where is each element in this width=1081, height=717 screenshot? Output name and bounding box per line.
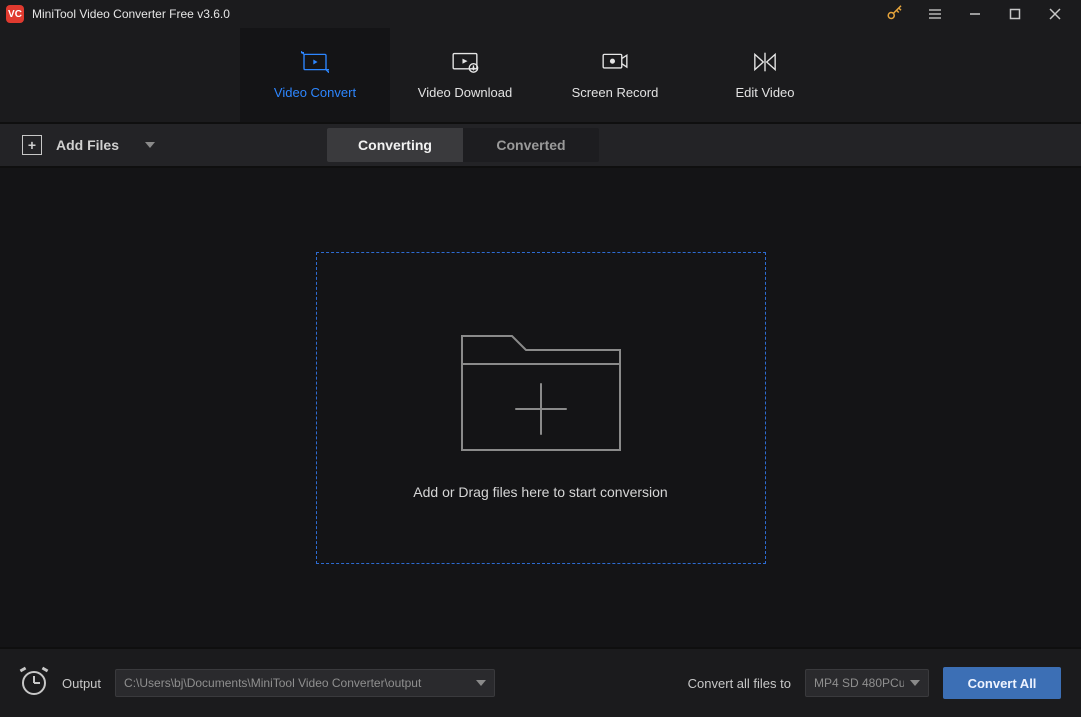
toolbar: + Add Files Converting Converted bbox=[0, 124, 1081, 168]
add-icon: + bbox=[22, 135, 42, 155]
tab-screen-record[interactable]: Screen Record bbox=[540, 28, 690, 122]
tab-video-download[interactable]: Video Download bbox=[390, 28, 540, 122]
convert-icon bbox=[301, 51, 329, 73]
tab-label: Video Download bbox=[418, 85, 512, 100]
tab-video-convert[interactable]: Video Convert bbox=[240, 28, 390, 122]
content-area: Add or Drag files here to start conversi… bbox=[0, 168, 1081, 647]
record-icon bbox=[601, 51, 629, 73]
download-icon bbox=[451, 51, 479, 73]
schedule-icon[interactable] bbox=[20, 669, 48, 697]
app-logo: VC bbox=[6, 5, 24, 23]
seg-converted[interactable]: Converted bbox=[463, 128, 599, 162]
tab-label: Edit Video bbox=[735, 85, 794, 100]
convert-all-button[interactable]: Convert All bbox=[943, 667, 1061, 699]
seg-converting[interactable]: Converting bbox=[327, 128, 463, 162]
add-files-button[interactable]: + Add Files bbox=[16, 131, 161, 159]
chevron-down-icon bbox=[910, 680, 920, 686]
output-path-value: C:\Users\bj\Documents\MiniTool Video Con… bbox=[124, 676, 468, 690]
key-icon[interactable] bbox=[875, 0, 915, 28]
main-nav: Video Convert Video Download Screen Reco… bbox=[0, 28, 1081, 124]
format-value: MP4 SD 480PCu bbox=[814, 676, 904, 690]
tab-label: Screen Record bbox=[572, 85, 659, 100]
output-label: Output bbox=[62, 676, 101, 691]
folder-add-icon bbox=[456, 316, 626, 456]
add-files-label: Add Files bbox=[56, 137, 119, 153]
output-path-field[interactable]: C:\Users\bj\Documents\MiniTool Video Con… bbox=[115, 669, 495, 697]
chevron-down-icon bbox=[476, 680, 486, 686]
dropzone-hint: Add or Drag files here to start conversi… bbox=[413, 484, 667, 500]
minimize-button[interactable] bbox=[955, 0, 995, 28]
footer: Output C:\Users\bj\Documents\MiniTool Vi… bbox=[0, 647, 1081, 717]
edit-icon bbox=[751, 51, 779, 73]
menu-icon[interactable] bbox=[915, 0, 955, 28]
app-title: MiniTool Video Converter Free v3.6.0 bbox=[32, 7, 230, 21]
convert-all-to-label: Convert all files to bbox=[688, 676, 791, 691]
tab-edit-video[interactable]: Edit Video bbox=[690, 28, 840, 122]
titlebar: VC MiniTool Video Converter Free v3.6.0 bbox=[0, 0, 1081, 28]
maximize-button[interactable] bbox=[995, 0, 1035, 28]
dropzone[interactable]: Add or Drag files here to start conversi… bbox=[316, 252, 766, 564]
chevron-down-icon[interactable] bbox=[145, 142, 155, 148]
tab-label: Video Convert bbox=[274, 85, 356, 100]
format-select[interactable]: MP4 SD 480PCu bbox=[805, 669, 929, 697]
close-button[interactable] bbox=[1035, 0, 1075, 28]
status-segment: Converting Converted bbox=[327, 128, 599, 162]
